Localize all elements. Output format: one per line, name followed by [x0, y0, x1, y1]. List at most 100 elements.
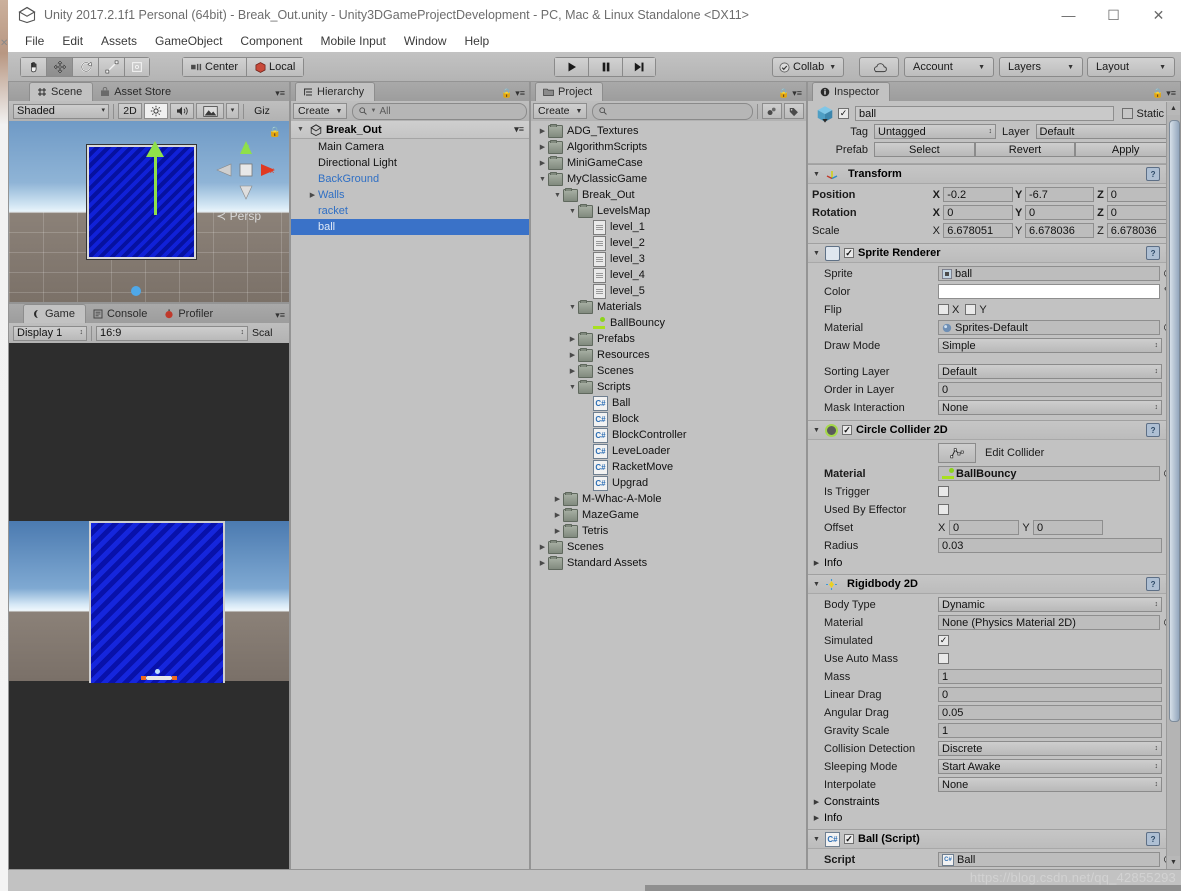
chevron-down-icon[interactable]: ▼ — [812, 171, 821, 178]
game-tab-menu[interactable]: ▾≡ — [275, 310, 285, 321]
project-item-level-3[interactable]: level_3 — [531, 251, 806, 267]
hierarchy-scene-root[interactable]: ▼ Break_Out ▾≡ — [291, 121, 529, 139]
chevron-down-icon[interactable]: ▼ — [812, 427, 821, 434]
kebab-menu-icon[interactable]: ▾≡ — [275, 88, 285, 99]
help-icon[interactable]: ? — [1146, 423, 1161, 437]
prefab-apply-button[interactable]: Apply — [1075, 142, 1177, 157]
sprite-renderer-header[interactable]: ▼ ✓ Sprite Renderer ? ⚙ — [808, 243, 1180, 263]
pivot-toggle-button[interactable]: Center — [182, 57, 247, 77]
scale-slider-label[interactable]: Scal — [250, 325, 274, 341]
project-item-prefabs[interactable]: ▶ Prefabs — [531, 331, 806, 347]
gizmo-y-axis[interactable] — [154, 153, 157, 215]
angular-drag-input[interactable]: 0.05 — [938, 705, 1162, 720]
order-in-layer-input[interactable]: 0 — [938, 382, 1162, 397]
chevron-down-icon[interactable]: ▼ — [812, 581, 821, 588]
hierarchy-create-button[interactable]: Create ▼ — [293, 103, 348, 119]
gravity-scale-input[interactable]: 1 — [938, 723, 1162, 738]
tab-inspector[interactable]: Inspector — [812, 82, 891, 101]
ball-script-enabled-checkbox[interactable]: ✓ — [844, 834, 854, 844]
project-item-scripts[interactable]: ▼ Scripts — [531, 379, 806, 395]
kebab-menu-icon[interactable]: ▾≡ — [275, 310, 285, 321]
chevron-down-icon[interactable]: ▼ — [552, 192, 563, 199]
minimize-button[interactable]: — — [1046, 0, 1091, 30]
inspector-scroll-thumb[interactable] — [1169, 120, 1180, 722]
edit-collider-button[interactable] — [938, 443, 976, 463]
tab-console[interactable]: Console — [86, 305, 157, 323]
project-item-ball[interactable]: C# Ball — [531, 395, 806, 411]
rotate-tool-button[interactable] — [72, 57, 98, 77]
chevron-down-icon[interactable]: ▼ — [295, 126, 306, 133]
project-item-resources[interactable]: ▶ Resources — [531, 347, 806, 363]
cc-offset-y-input[interactable]: 0 — [1033, 520, 1103, 535]
static-checkbox[interactable] — [1121, 108, 1133, 119]
sleeping-mode-dropdown[interactable]: Start Awake ↕ — [938, 759, 1162, 774]
project-item-level-5[interactable]: level_5 — [531, 283, 806, 299]
shading-mode-dropdown[interactable]: Shaded ▾ — [13, 103, 109, 119]
hierarchy-item-directional-light[interactable]: Directional Light — [291, 155, 529, 171]
constraints-foldout[interactable]: ▶ Constraints — [812, 794, 1176, 810]
account-button[interactable]: Account ▼ — [904, 57, 994, 77]
display-dropdown[interactable]: Display 1 ↕ — [13, 325, 87, 341]
hand-tool-button[interactable] — [20, 57, 46, 77]
chevron-down-icon[interactable]: ▼ — [537, 176, 548, 183]
project-item-level-2[interactable]: level_2 — [531, 235, 806, 251]
chevron-right-icon[interactable]: ▶ — [552, 511, 563, 519]
chevron-right-icon[interactable]: ▶ — [552, 495, 563, 503]
tab-game[interactable]: Game — [23, 304, 86, 323]
scene-kebab-icon[interactable]: ▾≡ — [514, 124, 524, 135]
chevron-right-icon[interactable]: ▶ — [567, 367, 578, 375]
position-y-input[interactable]: -6.7 — [1024, 187, 1095, 202]
scene-tab-menu[interactable]: ▾≡ — [275, 88, 285, 99]
chevron-right-icon[interactable]: ▶ — [537, 143, 548, 151]
interpolate-dropdown[interactable]: None ↕ — [938, 777, 1162, 792]
rotation-y-input[interactable]: 0 — [1024, 205, 1095, 220]
menu-edit[interactable]: Edit — [53, 32, 92, 50]
use-auto-mass-checkbox[interactable] — [938, 653, 949, 664]
layout-button[interactable]: Layout ▼ — [1087, 57, 1175, 77]
close-button[interactable]: ✕ — [1136, 0, 1181, 30]
scroll-down-arrow[interactable]: ▼ — [1167, 856, 1180, 869]
hierarchy-tree[interactable]: ▼ Break_Out ▾≡ Main Camera Directional Li… — [291, 121, 529, 869]
cc-offset-x-input[interactable]: 0 — [949, 520, 1019, 535]
scale-tool-button[interactable] — [98, 57, 124, 77]
project-item-leveloader[interactable]: C# LeveLoader — [531, 443, 806, 459]
scale-x-input[interactable]: 6.678051 — [943, 223, 1013, 238]
chevron-right-icon[interactable]: ▶ — [812, 559, 821, 567]
project-filter-label-button[interactable] — [784, 103, 804, 119]
space-toggle-button[interactable]: Local — [246, 57, 305, 77]
ball-script-header[interactable]: ▼ C# ✓ Ball (Script) ? ⚙ — [808, 829, 1180, 849]
tab-hierarchy[interactable]: Hierarchy — [295, 82, 376, 101]
kebab-menu-icon[interactable]: ▾≡ — [1166, 88, 1176, 99]
project-item-algorithmscripts[interactable]: ▶ AlgorithmScripts — [531, 139, 806, 155]
aspect-dropdown[interactable]: 16:9 ↕ — [96, 325, 248, 341]
project-item-block[interactable]: C# Block — [531, 411, 806, 427]
menu-component[interactable]: Component — [231, 32, 311, 50]
object-name-input[interactable]: ball — [855, 106, 1114, 121]
scroll-up-arrow[interactable]: ▲ — [1167, 102, 1180, 115]
circle-collider-header[interactable]: ▼ ✓ Circle Collider 2D ? ⚙ — [808, 420, 1180, 440]
project-item-racketmove[interactable]: C# RacketMove — [531, 459, 806, 475]
project-item-blockcontroller[interactable]: C# BlockController — [531, 427, 806, 443]
hierarchy-item-ball[interactable]: ball — [291, 219, 529, 235]
used-by-effector-checkbox[interactable] — [938, 504, 949, 515]
menu-mobile-input[interactable]: Mobile Input — [311, 32, 394, 50]
chevron-right-icon[interactable]: ▶ — [537, 559, 548, 567]
help-icon[interactable]: ? — [1146, 832, 1161, 846]
chevron-right-icon[interactable]: ▶ — [552, 527, 563, 535]
project-item-scenes[interactable]: ▶ Scenes — [531, 539, 806, 555]
tab-asset-store[interactable]: Asset Store — [93, 83, 181, 101]
rotation-x-input[interactable]: 0 — [943, 205, 1013, 220]
project-item-level-1[interactable]: level_1 — [531, 219, 806, 235]
sorting-layer-dropdown[interactable]: Default ↕ — [938, 364, 1162, 379]
project-item-tetris[interactable]: ▶ Tetris — [531, 523, 806, 539]
linear-drag-input[interactable]: 0 — [938, 687, 1162, 702]
help-icon[interactable]: ? — [1146, 577, 1161, 591]
chevron-right-icon[interactable]: ▶ — [812, 814, 821, 822]
hierarchy-item-background[interactable]: BackGround — [291, 171, 529, 187]
chevron-right-icon[interactable]: ▶ — [537, 159, 548, 167]
chevron-down-icon[interactable]: ▼ — [812, 250, 821, 257]
chevron-down-icon[interactable]: ▼ — [567, 208, 578, 215]
lighting-toggle[interactable] — [144, 103, 168, 119]
cc-material-object-field[interactable]: BallBouncy — [938, 466, 1160, 481]
move-tool-button[interactable] — [46, 57, 72, 77]
